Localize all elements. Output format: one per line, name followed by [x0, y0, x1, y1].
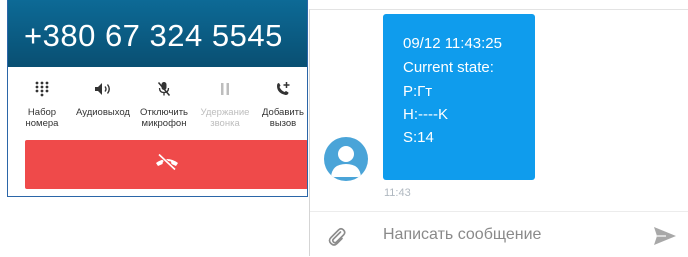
- end-call-button[interactable]: [25, 140, 307, 189]
- dialpad-icon: [11, 81, 73, 97]
- call-actions: Набор номера Аудиовыход Отключить микроф…: [8, 67, 307, 139]
- mute-button[interactable]: Отключить микрофон: [133, 67, 195, 139]
- hold-button[interactable]: Удержание звонка: [194, 67, 256, 139]
- mute-label: Отключить микрофон: [139, 107, 189, 129]
- message-line: S:14: [403, 129, 434, 146]
- message-line: H:----K: [403, 106, 448, 123]
- composer: [310, 211, 688, 257]
- user-icon: [331, 146, 361, 177]
- add-call-label: Добавить вызов: [262, 107, 304, 129]
- phone-number: +380 67 324 5545: [24, 18, 283, 53]
- speaker-icon: [72, 81, 134, 97]
- message-input[interactable]: [383, 225, 633, 245]
- call-panel: +380 67 324 5545 Набор номера Аудиовыход…: [8, 0, 307, 196]
- avatar: [324, 137, 368, 181]
- message-bubble: 09/12 11:43:25 Current state: P:Гт H:---…: [383, 14, 535, 180]
- attach-icon[interactable]: [327, 226, 347, 248]
- end-call-icon: [154, 153, 180, 176]
- audio-output-button[interactable]: Аудиовыход: [72, 67, 134, 139]
- call-header: +380 67 324 5545: [8, 0, 307, 67]
- chat-panel: 09/12 11:43:25 Current state: P:Гт H:---…: [309, 9, 688, 257]
- add-call-icon: [252, 81, 307, 97]
- message-line: 09/12 11:43:25: [403, 35, 502, 52]
- message-time: 11:43: [384, 187, 411, 199]
- dialpad-button[interactable]: Набор номера: [11, 67, 73, 139]
- message-line: Current state:: [403, 59, 494, 76]
- message-line: P:Гт: [403, 83, 433, 100]
- audio-output-label: Аудиовыход: [76, 107, 130, 118]
- mic-off-icon: [133, 81, 195, 97]
- dialpad-label: Набор номера: [25, 107, 59, 129]
- add-call-button[interactable]: Добавить вызов: [252, 67, 307, 139]
- pause-icon: [194, 81, 256, 97]
- send-icon[interactable]: [653, 226, 677, 246]
